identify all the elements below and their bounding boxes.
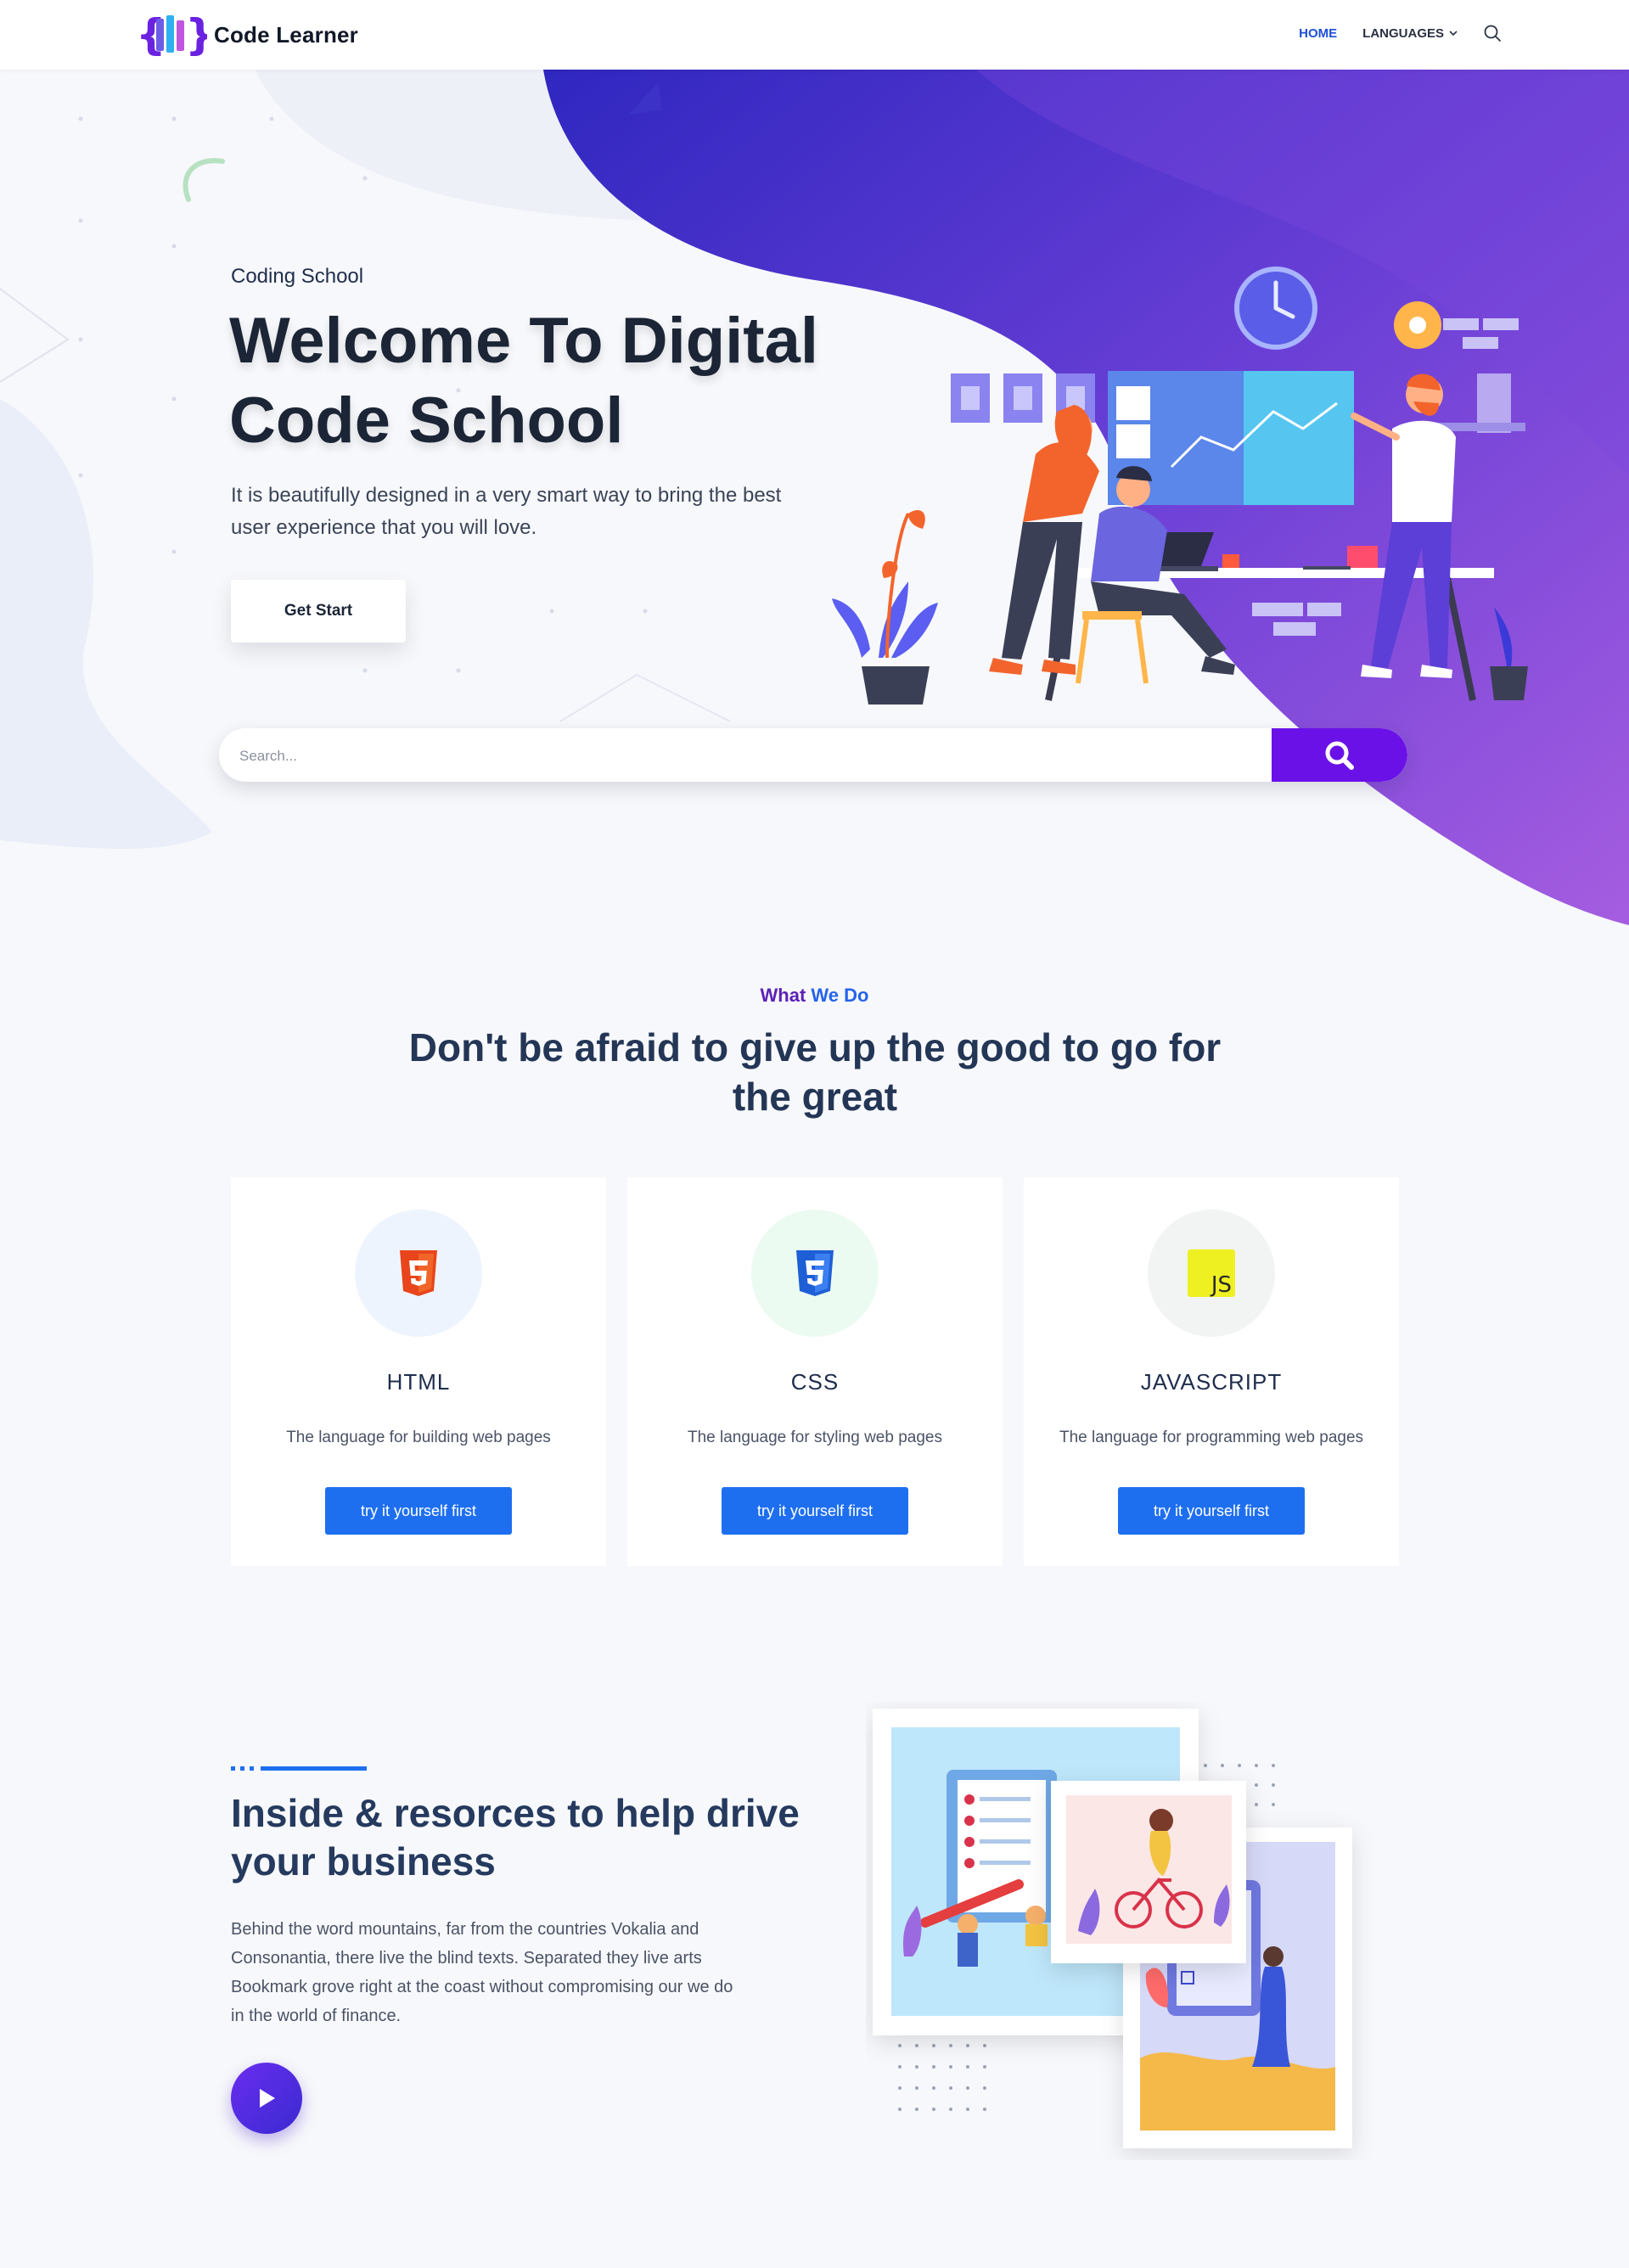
search-icon bbox=[1325, 741, 1354, 770]
css3-icon bbox=[796, 1250, 834, 1296]
language-card-javascript: JS JAVASCRIPT The language for programmi… bbox=[1024, 1177, 1399, 1566]
search-icon[interactable] bbox=[1483, 24, 1502, 42]
hero-illustration bbox=[832, 267, 1528, 705]
section-title: Don't be afraid to give up the good to g… bbox=[408, 1025, 1222, 1119]
card-description: The language for programming web pages bbox=[1059, 1429, 1364, 1446]
html5-icon bbox=[400, 1250, 437, 1296]
try-it-button-javascript[interactable]: try it yourself first bbox=[1118, 1487, 1305, 1535]
hero-kicker: Coding School bbox=[231, 265, 364, 288]
section-divider-accent bbox=[231, 1766, 367, 1771]
card-title: CSS bbox=[790, 1369, 840, 1395]
section-kicker-part-2: We Do bbox=[811, 985, 869, 1006]
play-icon bbox=[260, 2089, 275, 2108]
site-logo[interactable]: { } Code Learner bbox=[136, 10, 358, 59]
get-start-button[interactable]: Get Start bbox=[231, 580, 406, 643]
hero-title-line-1: Welcome To Digital bbox=[229, 305, 818, 377]
search-input[interactable] bbox=[238, 728, 1294, 782]
card-title: HTML bbox=[386, 1369, 451, 1395]
nav-languages[interactable]: LANGUAGES bbox=[1362, 26, 1458, 41]
nav-home[interactable]: HOME bbox=[1299, 26, 1337, 41]
logo-icon: { } bbox=[136, 10, 207, 59]
svg-text:}: } bbox=[185, 10, 207, 59]
search-button[interactable] bbox=[1272, 728, 1407, 782]
hero-description: It is beautifully designed in a very sma… bbox=[231, 484, 782, 539]
hero-title: Welcome To Digital Code School bbox=[229, 301, 840, 461]
language-card-css: CSS The language for styling web pages t… bbox=[627, 1177, 1003, 1566]
card-title: JAVASCRIPT bbox=[1140, 1369, 1283, 1395]
hero-title-line-2: Code School bbox=[229, 385, 624, 457]
site-header: { } Code Learner HOME LANGUAGES bbox=[0, 0, 1629, 70]
logo-text: Code Learner bbox=[214, 21, 359, 48]
nav-languages-label: LANGUAGES bbox=[1362, 25, 1444, 41]
javascript-icon: JS bbox=[1188, 1249, 1235, 1297]
resources-description: Behind the word mountains, far from the … bbox=[231, 1920, 733, 2025]
card-icon-circle bbox=[751, 1210, 879, 1337]
chevron-down-icon bbox=[1449, 31, 1458, 36]
try-it-button-css[interactable]: try it yourself first bbox=[722, 1487, 908, 1535]
section-kicker: What We Do bbox=[0, 985, 1629, 1007]
try-it-button-html[interactable]: try it yourself first bbox=[325, 1487, 512, 1535]
resources-title: Inside & resorces to help drive your bus… bbox=[231, 1791, 800, 1883]
play-video-button[interactable] bbox=[231, 2063, 302, 2134]
card-description: The language for styling web pages bbox=[688, 1429, 942, 1446]
resources-illustration bbox=[873, 1709, 1352, 2148]
svg-text:JS: JS bbox=[1210, 1272, 1232, 1297]
language-card-html: HTML The language for building web pages… bbox=[231, 1177, 606, 1566]
card-description: The language for building web pages bbox=[286, 1429, 551, 1446]
search-bar bbox=[219, 728, 1407, 782]
card-icon-circle bbox=[355, 1210, 482, 1337]
main-nav: HOME LANGUAGES bbox=[1299, 24, 1502, 42]
section-kicker-part-1: What bbox=[760, 985, 806, 1006]
card-icon-circle: JS bbox=[1148, 1210, 1275, 1337]
